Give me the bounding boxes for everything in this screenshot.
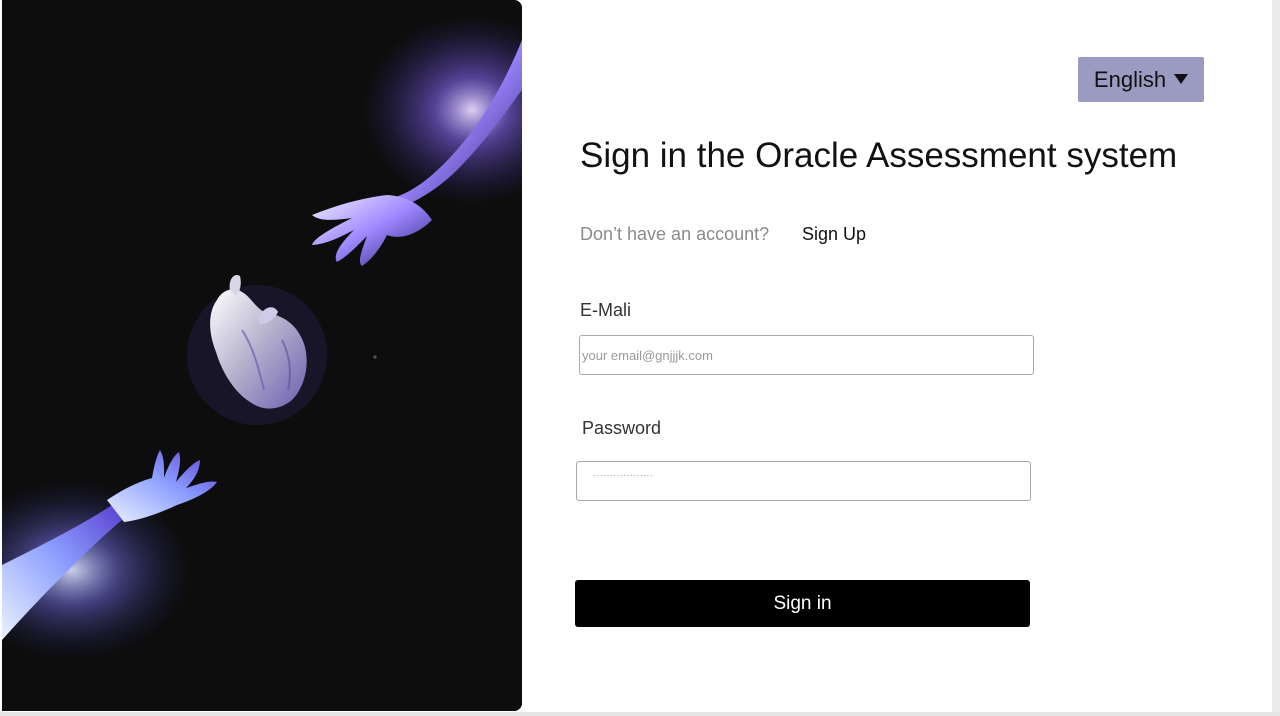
hero-illustration xyxy=(2,0,522,711)
scrollbar-track xyxy=(1272,0,1280,716)
signin-button[interactable]: Sign in xyxy=(575,580,1030,627)
caret-down-icon xyxy=(1174,73,1189,84)
password-field[interactable] xyxy=(576,461,1031,501)
page-title: Sign in the Oracle Assessment system xyxy=(580,136,1178,175)
email-field[interactable] xyxy=(579,335,1034,375)
language-select[interactable]: English xyxy=(1078,57,1204,102)
password-label: Password xyxy=(582,418,662,438)
email-label: E-Mali xyxy=(580,300,632,320)
signup-link[interactable]: Sign Up xyxy=(802,224,866,245)
no-account-text: Don’t have an account? xyxy=(580,224,770,244)
bottom-divider xyxy=(0,712,1280,716)
hero-image xyxy=(2,0,522,711)
language-selected-label: English xyxy=(1093,66,1167,92)
signin-page: English Sign in the Oracle Assessment sy… xyxy=(0,0,1280,716)
